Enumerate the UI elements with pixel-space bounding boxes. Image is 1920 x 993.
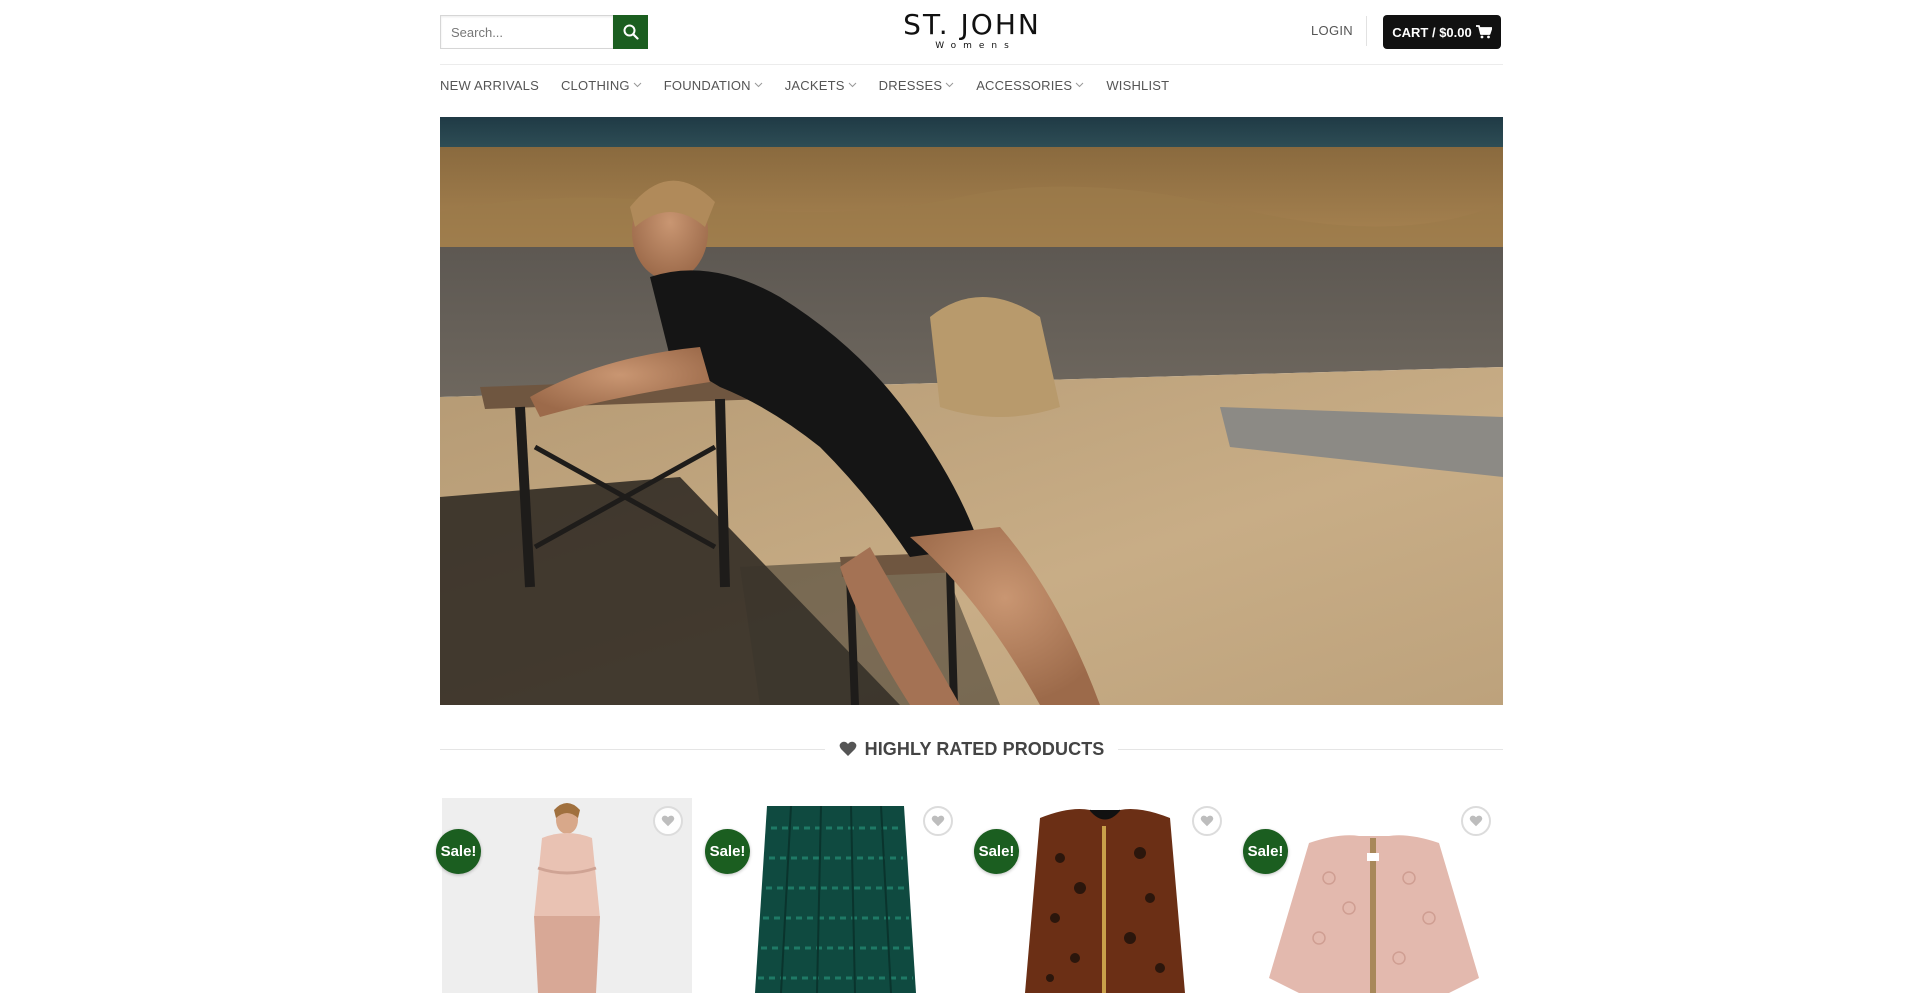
search-form xyxy=(440,15,648,49)
nav-item-label: ACCESSORIES xyxy=(976,77,1073,93)
nav-item-label: FOUNDATION xyxy=(663,77,751,93)
add-to-wishlist-button[interactable] xyxy=(653,806,683,836)
nav-item-new-arrivals[interactable]: NEW ARRIVALS xyxy=(440,78,539,93)
heart-icon xyxy=(931,815,945,827)
nav-item-label: NEW ARRIVALS xyxy=(440,77,539,93)
site-header: ST. JOHN Womens LOGIN CART / $0.00 xyxy=(440,0,1503,64)
login-link[interactable]: LOGIN xyxy=(1311,23,1353,38)
nav-item-label: WISHLIST xyxy=(1106,77,1170,93)
nav-item-jackets[interactable]: JACKETS xyxy=(785,78,857,93)
search-button[interactable] xyxy=(613,15,648,49)
section-title: HIGHLY RATED PRODUCTS xyxy=(864,738,1105,759)
section-title-wrap: HIGHLY RATED PRODUCTS xyxy=(825,739,1119,760)
heart-icon xyxy=(1469,815,1483,827)
logo-sub-text: Womens xyxy=(935,41,1016,51)
search-icon xyxy=(623,24,639,40)
header-divider xyxy=(1366,16,1367,46)
section-header: HIGHLY RATED PRODUCTS xyxy=(440,734,1504,764)
add-to-wishlist-button[interactable] xyxy=(923,806,953,836)
chevron-down-icon xyxy=(754,82,763,88)
nav-item-foundation[interactable]: FOUNDATION xyxy=(664,78,763,93)
chevron-down-icon xyxy=(945,82,954,88)
add-to-wishlist-button[interactable] xyxy=(1192,806,1222,836)
logo-main-text: ST. JOHN xyxy=(903,8,1041,41)
nav-item-clothing[interactable]: CLOTHING xyxy=(561,78,642,93)
cart-button[interactable]: CART / $0.00 xyxy=(1383,15,1501,49)
nav-item-accessories[interactable]: ACCESSORIES xyxy=(976,78,1084,93)
add-to-wishlist-button[interactable] xyxy=(1461,806,1491,836)
nav-item-label: DRESSES xyxy=(878,77,943,93)
chevron-down-icon xyxy=(1075,82,1084,88)
heart-icon xyxy=(661,815,675,827)
chevron-down-icon xyxy=(633,82,642,88)
chevron-down-icon xyxy=(848,82,857,88)
sale-badge: Sale! xyxy=(1243,829,1288,874)
divider-line xyxy=(1118,748,1504,750)
cart-icon xyxy=(1475,25,1492,39)
nav-item-label: CLOTHING xyxy=(560,77,630,93)
sale-badge: Sale! xyxy=(974,829,1019,874)
cart-label: CART / $0.00 xyxy=(1392,24,1472,40)
sale-badge: Sale! xyxy=(705,829,750,874)
search-input[interactable] xyxy=(440,15,613,49)
main-nav: NEW ARRIVALS CLOTHING FOUNDATION JACKETS… xyxy=(440,65,1191,105)
divider-line xyxy=(440,748,825,750)
heart-icon xyxy=(1200,815,1214,827)
nav-item-wishlist[interactable]: WISHLIST xyxy=(1106,78,1169,93)
nav-item-label: JACKETS xyxy=(784,77,845,93)
site-logo[interactable]: ST. JOHN Womens xyxy=(892,8,1052,52)
sale-badge: Sale! xyxy=(436,829,481,874)
hero-banner-image[interactable] xyxy=(440,117,1503,705)
heart-icon xyxy=(839,741,856,756)
nav-item-dresses[interactable]: DRESSES xyxy=(879,78,955,93)
